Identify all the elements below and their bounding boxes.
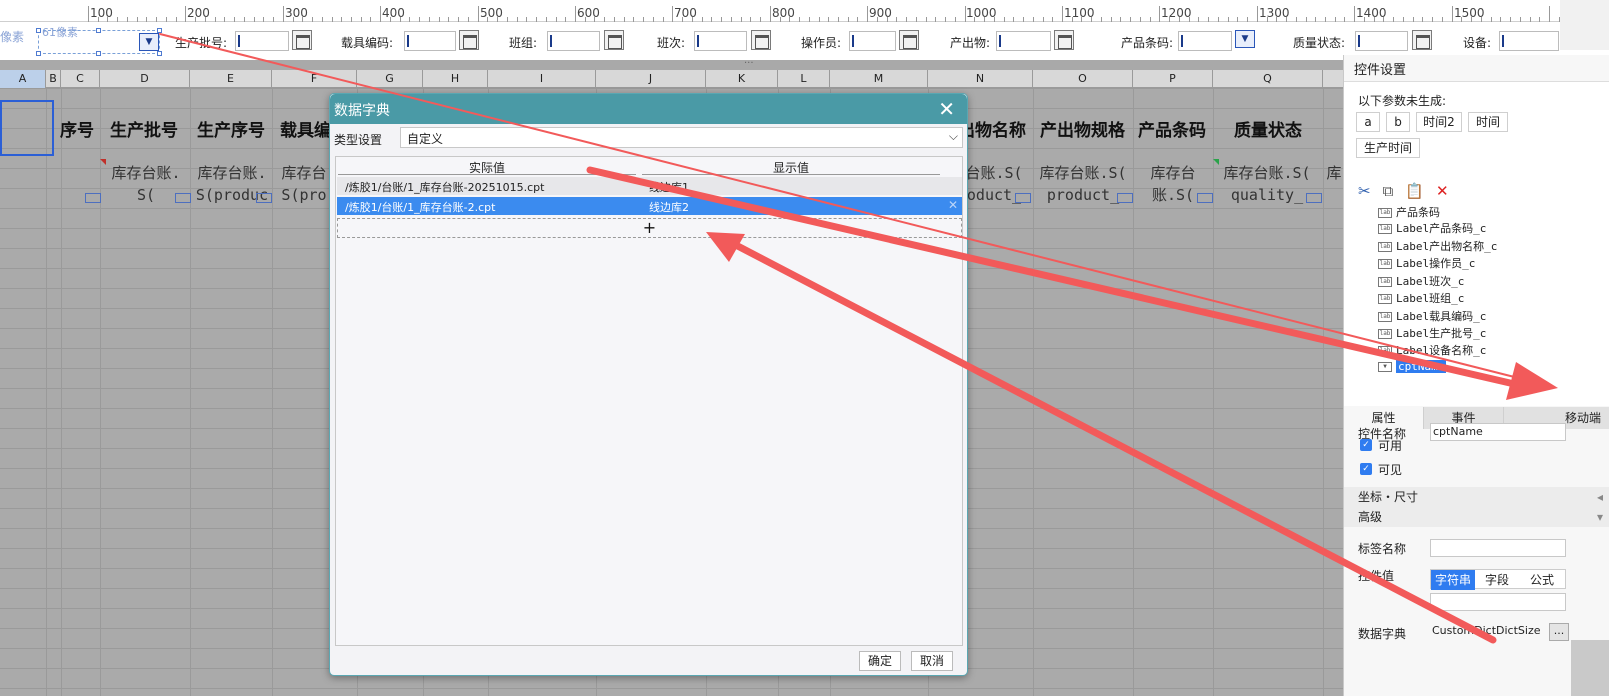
annotation-arrows xyxy=(159,33,1558,644)
arrow-line xyxy=(159,33,1539,384)
arrow-line xyxy=(726,238,1497,644)
arrow-line xyxy=(586,166,1514,387)
arrow-head xyxy=(1506,362,1558,400)
